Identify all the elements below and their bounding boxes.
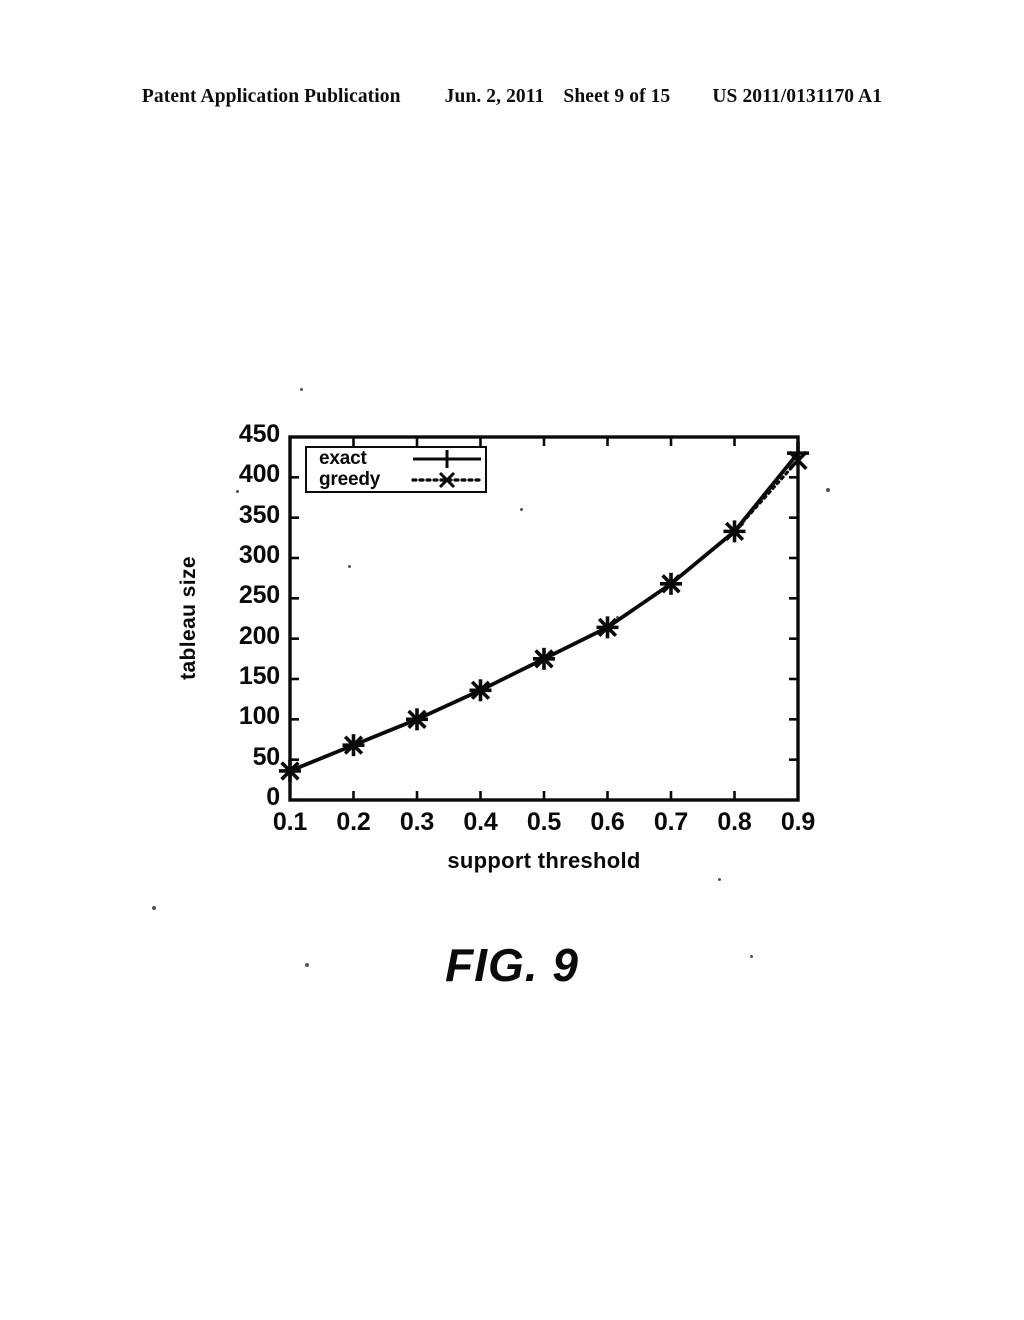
line-chart-plot [279, 435, 809, 802]
scan-speckle [520, 508, 523, 511]
series-line-exact [289, 451, 800, 773]
figure-caption-text: FIG. 9 [445, 939, 579, 991]
series-line-greedy [288, 458, 800, 773]
figure-caption: FIG. 9 [0, 938, 1024, 992]
legend-sample-exact [411, 448, 483, 470]
scan-speckle [348, 565, 351, 568]
scan-speckle [300, 388, 303, 391]
scan-speckle [236, 490, 239, 493]
series-markers-greedy [280, 450, 808, 781]
legend-label-exact: exact [319, 448, 367, 469]
scan-speckle [750, 955, 753, 958]
scan-speckle [718, 878, 721, 881]
scan-speckle [616, 616, 619, 619]
legend-item-greedy: greedy [307, 469, 485, 491]
legend-item-exact: exact [307, 448, 485, 470]
legend-label-greedy: greedy [319, 469, 381, 490]
series-markers-exact [279, 442, 809, 782]
chart-legend: exact greedy [305, 446, 487, 493]
data-series-group [279, 442, 809, 782]
legend-sample-greedy [411, 469, 483, 491]
scan-speckle [152, 906, 156, 910]
scan-speckle [305, 963, 309, 967]
scan-speckle [826, 488, 830, 492]
figure-9: tableau size 0 50 100 150 200 250 300 350 400 450… [0, 0, 1024, 1320]
